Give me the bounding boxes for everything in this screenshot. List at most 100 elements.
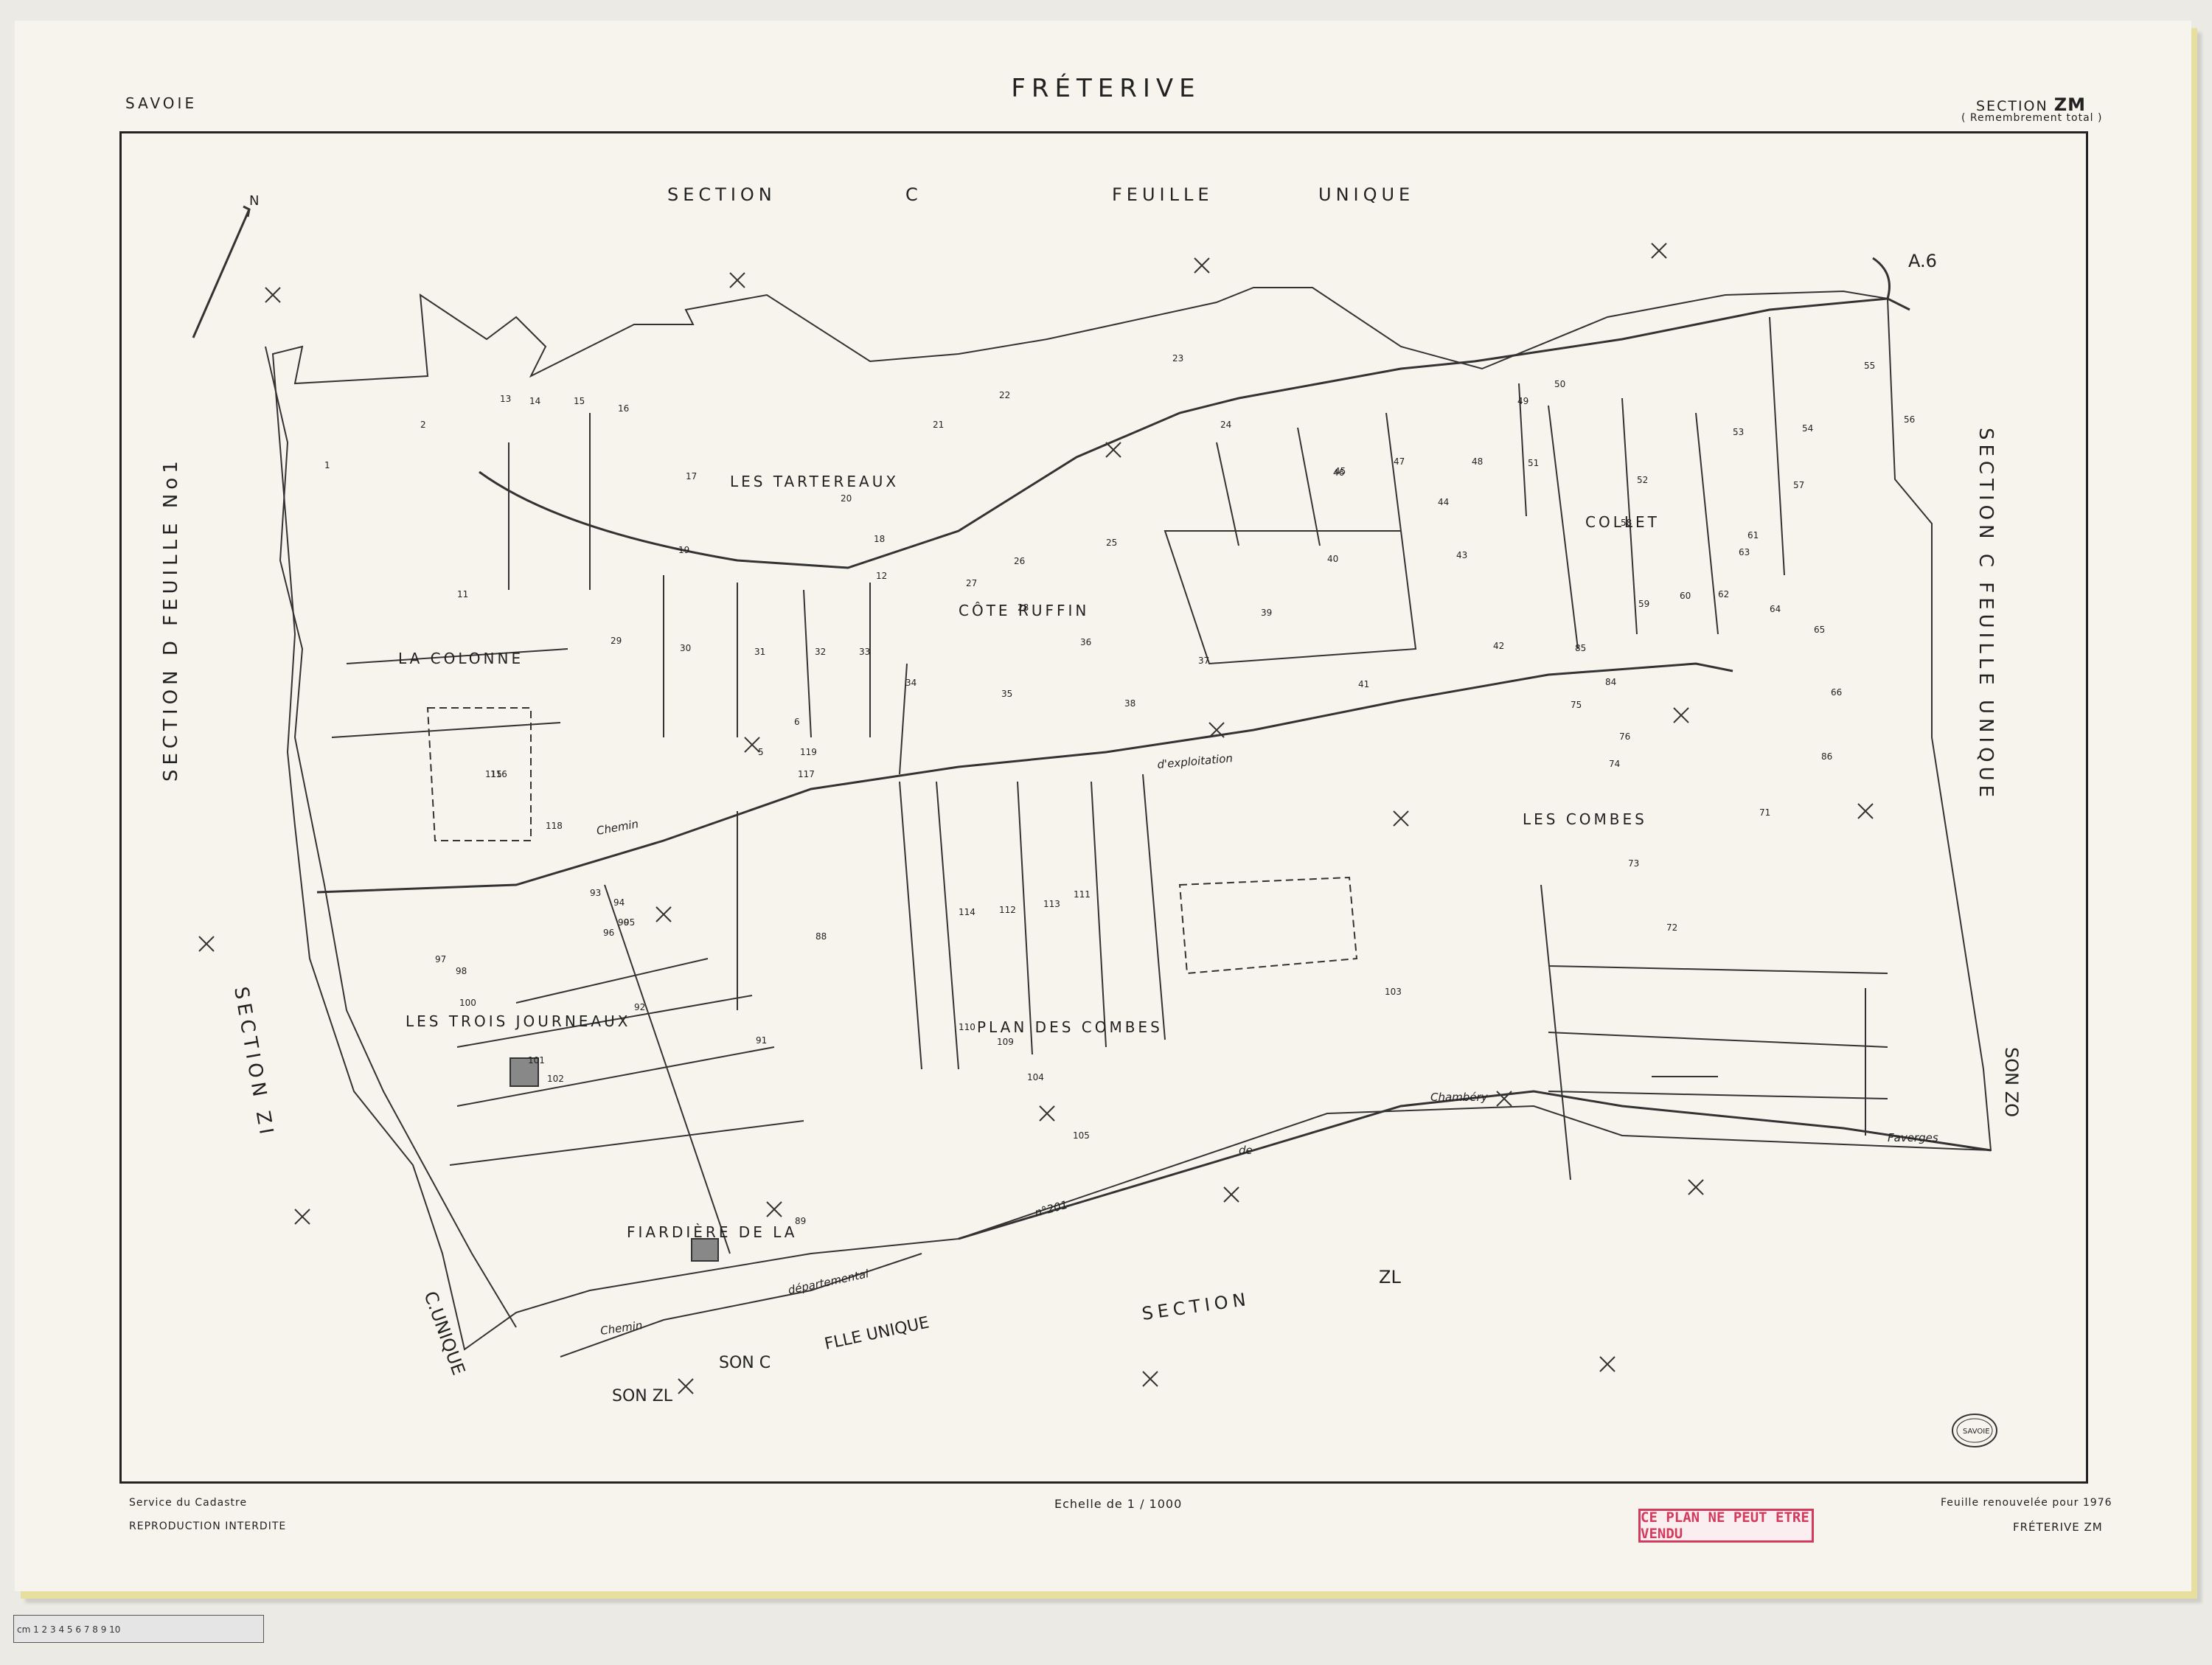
locality-fiardiere: FIARDIÈRE DE LA <box>627 1223 797 1241</box>
parcel-number: 26 <box>1014 556 1025 566</box>
footer-renewed: Feuille renouvelée pour 1976 <box>1941 1497 2112 1509</box>
parcel-number: 32 <box>815 647 826 657</box>
road-label-exploitation: d'exploitation <box>1157 751 1234 771</box>
parcel-number: 91 <box>756 1035 767 1046</box>
parcel-number: 25 <box>1106 538 1117 548</box>
parcel-number: 96 <box>603 928 614 938</box>
top-unique-word: UNIQUE <box>1318 184 1414 205</box>
parcel-number: 86 <box>1821 751 1832 762</box>
locality-trois-journeaux: LES TROIS JOURNEAUX <box>406 1012 630 1030</box>
parcel-number: 101 <box>528 1055 545 1066</box>
parcel-number: 72 <box>1666 922 1677 933</box>
parcel-number: 39 <box>1261 608 1272 618</box>
road-chemin-central <box>316 662 1733 894</box>
parcel-number: 40 <box>1327 554 1338 564</box>
footer-scale: Echelle de 1 / 1000 <box>1054 1497 1183 1511</box>
parcel-number: 18 <box>874 534 885 544</box>
parcel-number: 109 <box>997 1037 1014 1047</box>
parcel-number: 66 <box>1831 687 1842 698</box>
locality-plan-des-combes: PLAN DES COMBES <box>977 1018 1163 1036</box>
parcel-number: 34 <box>905 678 917 688</box>
parcel-number: 102 <box>547 1074 564 1084</box>
parcel-number: 112 <box>999 905 1016 915</box>
parcel-number: 20 <box>841 493 852 504</box>
parcel-number: 28 <box>1018 602 1029 613</box>
parcel-number: 22 <box>999 390 1010 400</box>
top-section-word: SECTION <box>667 184 776 205</box>
parcel-number: 29 <box>611 636 622 646</box>
parcel-number: 73 <box>1628 858 1639 869</box>
parcel-number: 118 <box>546 821 563 831</box>
road-label-chambery: Chambéry <box>1430 1091 1489 1104</box>
parcel-number: 24 <box>1220 420 1231 430</box>
parcel-number: 38 <box>1124 698 1135 709</box>
parcel-number: 16 <box>618 403 629 414</box>
parcel-number: 103 <box>1385 987 1402 997</box>
road-label-faverges: Faverges <box>1888 1131 1938 1144</box>
parcel-number: 15 <box>574 396 585 406</box>
parcel-number: 89 <box>795 1216 806 1226</box>
parcel-number: 104 <box>1027 1072 1044 1082</box>
parcel-number: 100 <box>459 998 476 1008</box>
parcel-number: 117 <box>798 769 815 779</box>
bottom-section-word: SECTION <box>1141 1289 1251 1324</box>
parcel-number: 88 <box>815 931 827 942</box>
parcel-number: 41 <box>1358 679 1369 689</box>
parcel-number: 36 <box>1080 637 1091 647</box>
parcel-number: 50 <box>1554 379 1565 389</box>
cadastral-map: SECTION C FEUILLE UNIQUE SECTION D FEUIL… <box>160 184 2022 1447</box>
bottom-mid-label-2: SON C <box>719 1354 771 1372</box>
parcel-number: 46 <box>1333 467 1344 478</box>
bottom-left-neighbor: C.UNIQUE <box>420 1288 469 1377</box>
scale-ruler: cm 1 2 3 4 5 6 7 8 9 10 <box>13 1615 264 1643</box>
ruler-label: cm 1 2 3 4 5 6 7 8 9 10 <box>17 1624 121 1635</box>
parcel-number: 43 <box>1456 550 1467 560</box>
parcel-number: 110 <box>959 1022 975 1032</box>
parcel-number: 113 <box>1043 899 1060 909</box>
parcel-number: 12 <box>876 571 887 581</box>
parcel-number: 63 <box>1739 547 1750 557</box>
parcel-number: 59 <box>1638 599 1649 609</box>
left-neighbor-label: SECTION D FEUILLE No1 <box>160 456 182 782</box>
road-label-de: de <box>1239 1144 1253 1157</box>
parcel-number: 2 <box>420 420 426 430</box>
top-feuille-word: FEUILLE <box>1112 184 1214 205</box>
parcel-number: 58 <box>1621 518 1632 528</box>
parcel-number: 62 <box>1718 589 1729 599</box>
parcel-number: 85 <box>1575 643 1586 653</box>
parcel-number: 97 <box>435 954 446 964</box>
parcel-number: 1 <box>324 460 330 470</box>
locality-la-colonne: LA COLONNE <box>398 650 524 667</box>
footer-service: Service du Cadastre <box>129 1497 248 1509</box>
parcel-number: 5 <box>758 747 764 757</box>
parcel-number: 114 <box>959 907 975 917</box>
bottom-mid-label-3: FLLE UNIQUE <box>823 1313 931 1353</box>
parcel-number: 71 <box>1759 807 1770 818</box>
parcel-number: 14 <box>529 396 540 406</box>
right-neighbor-label: SECTION C FEUILLE UNIQUE <box>1975 428 1997 802</box>
parcel-number: 27 <box>966 578 977 588</box>
left-lower-neighbor: SECTION ZI <box>229 985 278 1140</box>
parcel-number: 44 <box>1438 497 1449 507</box>
not-for-sale-stamp: CE PLAN NE PEUT ÊTRE VENDU <box>1638 1509 1814 1543</box>
parcel-number: 52 <box>1637 475 1648 485</box>
parcel-number: 74 <box>1609 759 1620 769</box>
parcel-number: 95 <box>624 917 635 928</box>
parcel-number: 17 <box>686 471 697 482</box>
top-section-letter: C <box>905 184 918 205</box>
parcel-number: 23 <box>1172 353 1183 364</box>
parcel-number: 19 <box>678 545 689 555</box>
parcel-number: 56 <box>1904 414 1915 425</box>
north-label: N <box>249 193 259 209</box>
parcel-number: 57 <box>1793 480 1804 490</box>
parcel-number: 116 <box>490 769 507 779</box>
parcel-number: 51 <box>1528 458 1539 468</box>
north-arrow <box>192 209 251 338</box>
locality-tartereaux: LES TARTEREAUX <box>730 473 899 490</box>
parcel-number: 48 <box>1472 456 1483 467</box>
parcel-number: 31 <box>754 647 765 657</box>
parcel-number: 119 <box>800 747 817 757</box>
parcel-number: 60 <box>1680 591 1691 601</box>
parcel-number: 37 <box>1198 656 1209 666</box>
parcel-number: 33 <box>859 647 870 657</box>
